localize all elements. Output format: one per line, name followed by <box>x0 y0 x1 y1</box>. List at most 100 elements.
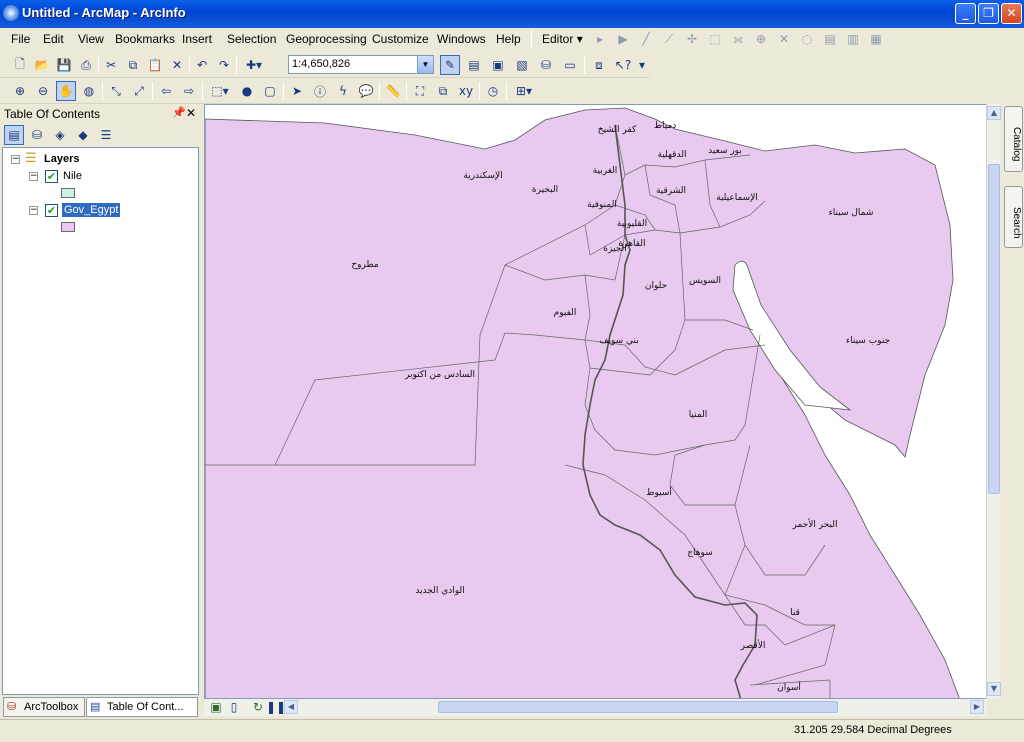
gov-egypt-visibility-checkbox[interactable]: ✔ <box>45 204 58 217</box>
split-icon[interactable]: ✕ <box>774 29 794 49</box>
menu-windows[interactable]: Windows <box>437 32 486 46</box>
python-window-icon[interactable]: ▭ <box>560 55 580 75</box>
edit-annotation-icon[interactable]: ▶ <box>613 29 633 49</box>
cut-icon[interactable]: ✂ <box>101 55 121 75</box>
menu-insert[interactable]: Insert <box>182 32 212 46</box>
catalog-window-icon[interactable]: ▣ <box>488 55 508 75</box>
menu-bookmarks[interactable]: Bookmarks <box>115 32 175 46</box>
gov-egypt-symbol-swatch[interactable] <box>61 222 75 232</box>
map-scale-combobox[interactable]: 1:4,650,826 ▼ <box>288 55 434 74</box>
nile-symbol-swatch[interactable] <box>61 188 75 198</box>
editor-menu[interactable]: Editor ▾ <box>542 32 583 46</box>
forward-arrow-icon[interactable]: ⇨ <box>179 81 199 101</box>
data-view-icon[interactable]: ▣ <box>206 697 226 717</box>
menu-view[interactable]: View <box>78 32 104 46</box>
sketch-properties-icon[interactable]: ▥ <box>843 29 863 49</box>
measure-icon[interactable]: 📏 <box>383 81 403 101</box>
new-document-icon[interactable]: 🗋 <box>10 55 30 75</box>
clear-selection-icon[interactable]: ● <box>237 81 257 101</box>
tab-table-of-contents[interactable]: ▤ Table Of Cont... <box>86 697 198 717</box>
cut-polygon-icon[interactable]: ⊕ <box>751 29 771 49</box>
rotate-icon[interactable]: ◌ <box>797 29 817 49</box>
menu-selection[interactable]: Selection <box>227 32 276 46</box>
layer-gov-egypt-label[interactable]: Gov_Egypt <box>62 203 121 217</box>
select-features-icon[interactable]: ⬚▾ <box>206 81 234 101</box>
menu-edit[interactable]: Edit <box>43 32 64 46</box>
scroll-left-icon[interactable]: ◀ <box>284 700 298 714</box>
pause-drawing-icon[interactable]: ❚❚ <box>266 697 286 717</box>
hyperlink-icon[interactable]: ϟ <box>333 81 353 101</box>
identify-icon[interactable]: ⓘ <box>310 81 330 101</box>
nile-collapse-icon[interactable]: − <box>29 172 38 181</box>
pin-icon[interactable]: 📌 <box>172 106 186 119</box>
find-route-icon[interactable]: ⧉ <box>433 81 453 101</box>
pan-hand-icon[interactable]: ✋ <box>56 81 76 101</box>
menu-file[interactable]: File <box>11 32 30 46</box>
reshape-icon[interactable]: ⟗ <box>728 29 748 49</box>
minimize-button[interactable]: _ <box>955 3 976 24</box>
edit-tool-icon[interactable]: ▸ <box>590 29 610 49</box>
menu-help[interactable]: Help <box>496 32 521 46</box>
close-button[interactable]: ✕ <box>1001 3 1022 24</box>
search-dock-tab[interactable]: Search <box>1004 186 1023 248</box>
menu-geoprocessing[interactable]: Geoprocessing <box>286 32 367 46</box>
back-arrow-icon[interactable]: ⇦ <box>156 81 176 101</box>
catalog-dock-tab[interactable]: Catalog <box>1004 106 1023 172</box>
trace-icon[interactable]: ⟋ <box>659 29 679 49</box>
list-by-selection-icon[interactable]: ◆ <box>73 125 93 145</box>
straight-segment-icon[interactable]: ╱ <box>636 29 656 49</box>
scroll-down-icon[interactable]: ▼ <box>987 682 1001 696</box>
full-extent-globe-icon[interactable]: ◍ <box>79 81 99 101</box>
fixed-zoom-out-icon[interactable]: ⤢ <box>129 81 149 101</box>
editor-toolbar-toggle-icon[interactable]: ✎ <box>440 55 460 75</box>
delete-icon[interactable]: ✕ <box>167 55 187 75</box>
zoom-in-icon[interactable]: ⊕ <box>10 81 30 101</box>
list-by-source-icon[interactable]: ⛁ <box>27 125 47 145</box>
toolbar-options-icon[interactable]: ▾ <box>637 55 647 75</box>
nile-visibility-checkbox[interactable]: ✔ <box>45 170 58 183</box>
horizontal-scroll-thumb[interactable] <box>438 701 838 713</box>
print-icon[interactable]: ⎙ <box>76 55 96 75</box>
menu-customize[interactable]: Customize <box>372 32 429 46</box>
layers-collapse-icon[interactable]: − <box>11 155 20 164</box>
create-features-icon[interactable]: ▦ <box>866 29 886 49</box>
table-of-contents-icon[interactable]: ▤ <box>464 55 484 75</box>
zoom-out-icon[interactable]: ⊖ <box>33 81 53 101</box>
fixed-zoom-in-icon[interactable]: ⤡ <box>106 81 126 101</box>
whats-this-help-icon[interactable]: ↖? <box>613 55 633 75</box>
copy-icon[interactable]: ⧉ <box>123 55 143 75</box>
open-icon[interactable]: 📂 <box>32 55 52 75</box>
tab-arctoolbox[interactable]: ⛁ ArcToolbox <box>3 697 85 717</box>
map-display[interactable]: كفر الشيخ دمياط الدقهلية بور سعيد الإسكندرية… <box>204 104 987 699</box>
list-by-drawing-order-icon[interactable]: ▤ <box>4 125 24 145</box>
egypt-governorates-map[interactable]: كفر الشيخ دمياط الدقهلية بور سعيد الإسكندرية… <box>205 105 987 699</box>
redo-icon[interactable]: ↷ <box>214 55 234 75</box>
undo-icon[interactable]: ↶ <box>192 55 212 75</box>
go-to-xy-icon[interactable]: xy <box>456 81 476 101</box>
select-elements-arrow-icon[interactable]: ➤ <box>287 81 307 101</box>
point-icon[interactable]: ✢ <box>682 29 702 49</box>
restore-button[interactable]: ❐ <box>978 3 999 24</box>
list-by-visibility-icon[interactable]: ◈ <box>50 125 70 145</box>
arctoolbox-icon[interactable]: ⛁ <box>536 55 556 75</box>
modelbuilder-icon[interactable]: ⧈ <box>589 55 609 75</box>
layers-root-label[interactable]: Layers <box>44 153 79 165</box>
scroll-up-icon[interactable]: ▲ <box>987 106 1001 120</box>
gov-egypt-collapse-icon[interactable]: − <box>29 206 38 215</box>
paste-icon[interactable]: 📋 <box>145 55 165 75</box>
scroll-right-icon[interactable]: ▶ <box>970 700 984 714</box>
chevron-down-icon[interactable]: ▼ <box>417 56 433 73</box>
vertical-scroll-thumb[interactable] <box>988 164 1000 494</box>
layout-view-icon[interactable]: ▯ <box>224 697 244 717</box>
add-data-icon[interactable]: ✚▾ <box>239 55 269 75</box>
options-icon[interactable]: ☰ <box>96 125 116 145</box>
search-window-icon[interactable]: ▧ <box>512 55 532 75</box>
arcmap-app-icon[interactable] <box>3 5 19 21</box>
time-slider-icon[interactable]: ◷ <box>483 81 503 101</box>
select-elements-box-icon[interactable]: ▢ <box>260 81 280 101</box>
close-icon[interactable]: ✕ <box>186 106 196 120</box>
save-icon[interactable]: 💾 <box>54 55 74 75</box>
layer-nile-label[interactable]: Nile <box>63 170 82 182</box>
html-popup-icon[interactable]: 💬 <box>356 81 376 101</box>
edit-vertices-icon[interactable]: ⬚ <box>705 29 725 49</box>
